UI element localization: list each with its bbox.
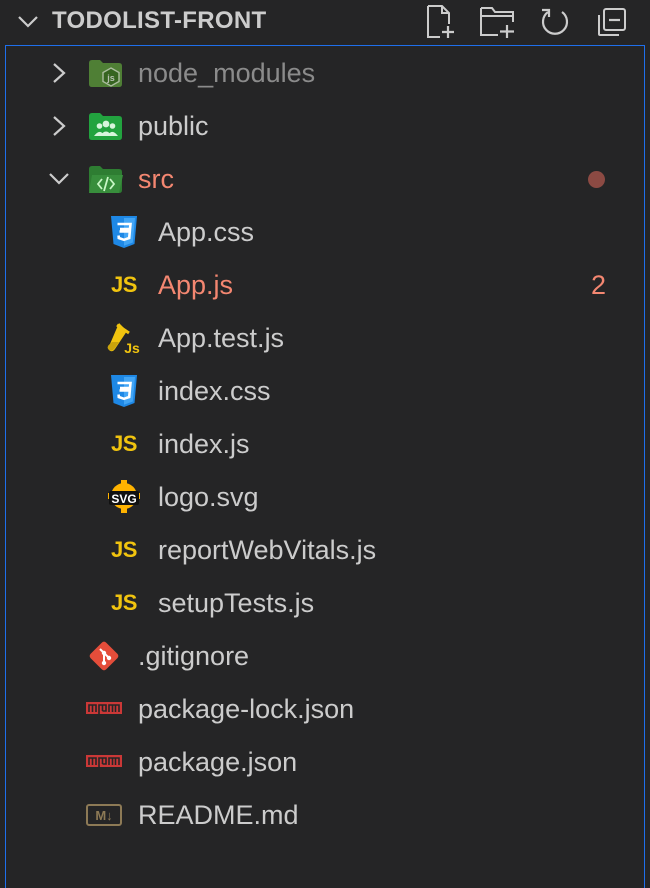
svg-text:Js: Js [124,340,140,355]
tree-item-label: package.json [138,747,298,777]
tree-item-label: node_modules [138,58,316,88]
tree-item-index-js[interactable]: JS index.js [6,418,644,471]
tree-item-package-lock[interactable]: package-lock.json [6,683,644,736]
new-folder-button[interactable] [478,2,518,42]
tree-item-logo-svg[interactable]: SVG logo.svg [6,471,644,524]
file-tree[interactable]: js node_modules public src App.css JS Ap… [5,45,645,888]
tree-item-report-web-vitals[interactable]: JS reportWebVitals.js [6,524,644,577]
tree-item-public[interactable]: public [6,100,644,153]
collapse-all-icon [598,8,626,36]
folder-src-icon [88,162,124,196]
tree-item-label: setupTests.js [158,588,315,618]
tree-item-package-json[interactable]: package.json [6,736,644,789]
folder-public-icon [88,109,124,143]
tree-item-setup-tests[interactable]: JS setupTests.js [6,577,644,630]
tree-item-label: public [138,111,209,141]
js-file-icon: JS [111,431,137,456]
js-file-icon: JS [111,537,137,562]
collapse-all-button[interactable] [592,2,632,42]
svg-text:SVG: SVG [111,492,136,506]
new-file-icon [427,5,454,38]
svg-text:M↓: M↓ [95,808,112,823]
chevron-down-icon[interactable] [16,10,40,34]
tree-item-app-css[interactable]: App.css [6,206,644,259]
tree-item-label: App.css [158,217,255,247]
refresh-button[interactable] [535,2,575,42]
tree-item-label: reportWebVitals.js [158,535,377,565]
chevron-right-icon[interactable] [47,114,71,138]
tree-item-gitignore[interactable]: .gitignore [6,630,644,683]
tree-item-label: package-lock.json [138,694,355,724]
explorer-header[interactable]: TODOLIST-FRONT [0,0,650,44]
tree-item-app-js[interactable]: JS App.js 2 [6,259,644,312]
problem-count: 2 [591,270,607,300]
svg-file-icon: SVG [106,480,142,514]
js-file-icon: JS [111,590,137,615]
npm-file-icon [86,692,122,726]
test-js-file-icon: Js [106,321,142,355]
tree-item-label: index.css [158,376,271,406]
tree-item-label: .gitignore [138,641,250,671]
tree-item-label: src [138,164,174,194]
npm-file-icon [86,745,122,779]
tree-item-readme[interactable]: M↓ README.md [6,789,644,842]
modified-indicator [588,171,605,188]
tree-item-label: App.js [158,270,234,300]
tree-item-label: logo.svg [158,482,259,512]
chevron-down-icon[interactable] [47,167,71,191]
css-file-icon [106,215,142,249]
tree-item-label: index.js [158,429,250,459]
git-file-icon [86,639,122,673]
markdown-file-icon: M↓ [86,798,122,832]
tree-item-label: App.test.js [158,323,285,353]
css-file-icon [106,374,142,408]
tree-item-src[interactable]: src [6,153,644,206]
js-file-icon: JS [111,272,137,297]
tree-item-index-css[interactable]: index.css [6,365,644,418]
tree-item-app-test-js[interactable]: Js App.test.js [6,312,644,365]
chevron-right-icon[interactable] [47,61,71,85]
folder-node-icon: js [88,56,124,90]
tree-item-node-modules[interactable]: js node_modules [6,47,644,100]
new-file-button[interactable] [420,2,460,42]
refresh-icon [541,8,569,35]
new-folder-icon [480,7,514,38]
svg-text:js: js [106,73,115,83]
explorer-title: TODOLIST-FRONT [52,7,267,34]
tree-item-label: README.md [138,800,299,830]
